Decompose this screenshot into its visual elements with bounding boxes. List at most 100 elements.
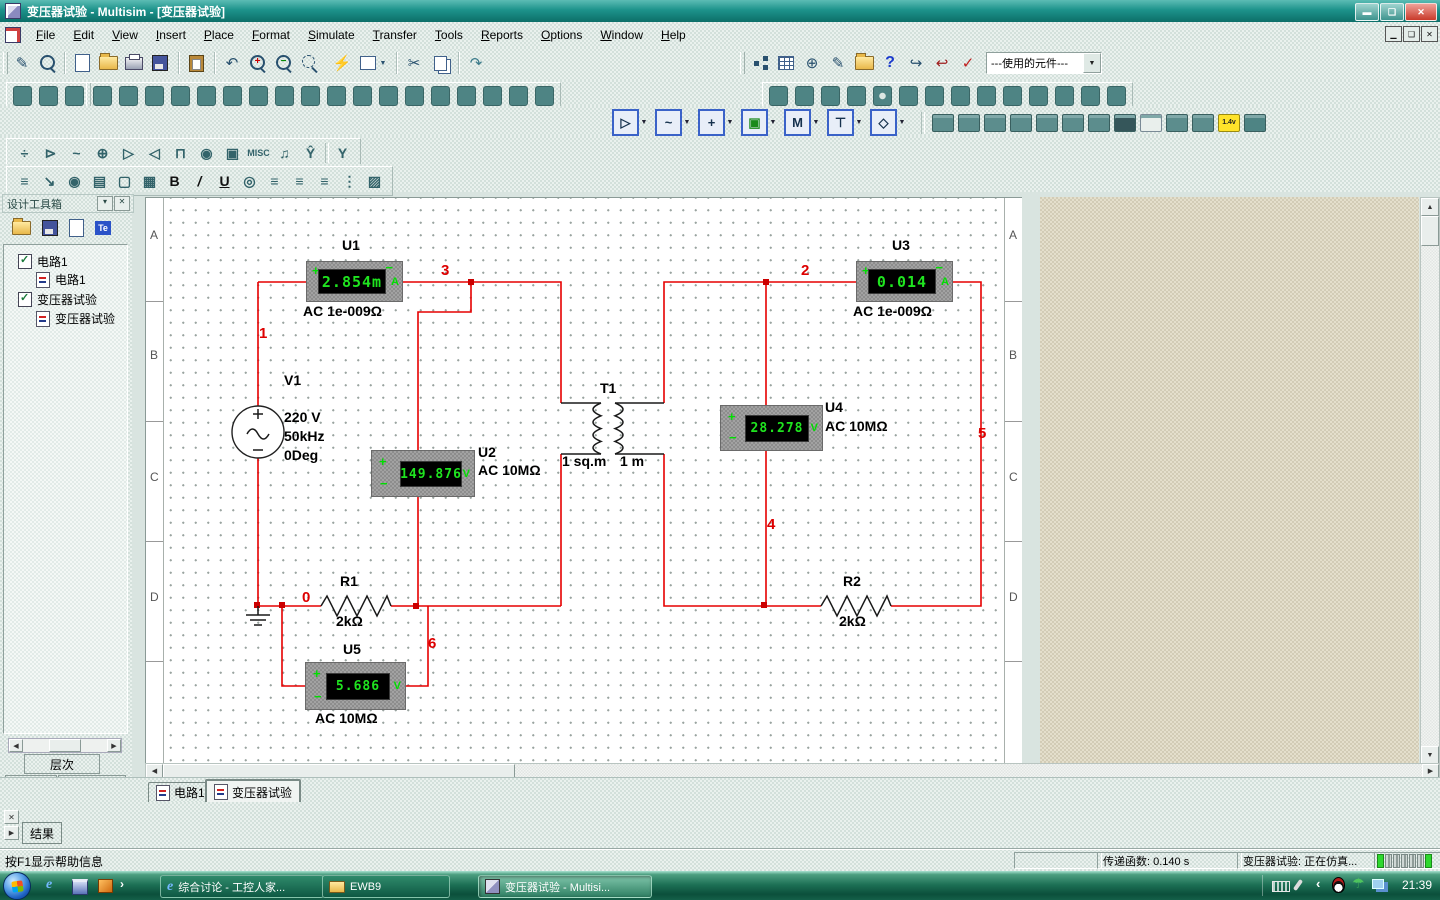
component-group-button[interactable] bbox=[899, 86, 918, 106]
hierarchy-icon[interactable] bbox=[748, 51, 772, 75]
component-group-button[interactable] bbox=[769, 86, 788, 106]
shapes-tool-icon[interactable]: ◉ bbox=[63, 170, 86, 192]
component-group-button[interactable] bbox=[301, 86, 320, 106]
open-file-icon[interactable] bbox=[96, 51, 120, 75]
print-icon[interactable] bbox=[122, 51, 146, 75]
rf-part-icon[interactable]: Y bbox=[331, 142, 354, 164]
component-group-button[interactable] bbox=[795, 86, 814, 106]
mdi-minimize-button[interactable]: ▁ bbox=[1385, 26, 1402, 42]
component-group-button[interactable] bbox=[1081, 86, 1100, 106]
wattmeter-icon[interactable] bbox=[984, 114, 1006, 132]
quicklaunch-desktop-icon[interactable] bbox=[72, 879, 88, 895]
component-group-button[interactable] bbox=[13, 86, 32, 106]
scroll-right-icon[interactable]: ▶ bbox=[107, 739, 121, 752]
frequency-counter-icon[interactable] bbox=[1088, 114, 1110, 132]
scroll-thumb[interactable] bbox=[1421, 216, 1439, 246]
analog-virtual-button[interactable]: ▷ bbox=[612, 109, 639, 136]
project-checkbox-icon[interactable] bbox=[18, 292, 32, 307]
task-button-ewb9[interactable]: EWB9 bbox=[322, 875, 450, 898]
cmos-part-icon[interactable]: ⊓ bbox=[169, 142, 192, 164]
align-left-icon[interactable]: ≡ bbox=[263, 170, 286, 192]
component-group-button[interactable] bbox=[821, 86, 840, 106]
menu-tools[interactable]: Tools bbox=[426, 25, 472, 45]
bold-icon[interactable]: B bbox=[163, 170, 186, 192]
logic-analyzer-icon[interactable] bbox=[1140, 114, 1162, 132]
word-generator-icon[interactable] bbox=[1114, 114, 1136, 132]
panel-dock-icon[interactable]: ▾ bbox=[97, 196, 113, 211]
menu-file[interactable]: File bbox=[27, 25, 64, 45]
toolbox-hscrollbar[interactable]: ◀ ▶ bbox=[8, 738, 122, 753]
toolbar-grip[interactable] bbox=[740, 52, 745, 74]
voltmeter-u2[interactable]: + − 149.876 V bbox=[371, 450, 475, 497]
sheet-tab-circuit1[interactable]: 电路1 bbox=[148, 782, 213, 803]
save-design-icon[interactable] bbox=[42, 220, 58, 236]
tray-network-icon[interactable] bbox=[1372, 879, 1384, 889]
menu-format[interactable]: Format bbox=[243, 25, 299, 45]
component-group-button[interactable] bbox=[1107, 86, 1126, 106]
tray-pen-icon[interactable] bbox=[1293, 879, 1303, 891]
scroll-right-icon[interactable]: ▶ bbox=[1422, 764, 1439, 778]
import-icon[interactable]: ↩ bbox=[930, 51, 954, 75]
task-button-multisim[interactable]: 变压器试验 - Multisi... bbox=[478, 875, 652, 898]
component-group-button[interactable] bbox=[925, 86, 944, 106]
component-group-button[interactable] bbox=[145, 86, 164, 106]
quicklaunch-expand-icon[interactable]: › bbox=[120, 877, 124, 891]
zoom-in-icon[interactable]: + bbox=[246, 51, 270, 75]
zoom-out-icon[interactable]: − bbox=[272, 51, 296, 75]
tray-antivirus-umbrella-icon[interactable]: ☂ bbox=[1352, 875, 1365, 892]
design-toolbox-titlebar[interactable]: 设计工具箱 ▾ ✕ bbox=[2, 194, 134, 213]
dropdown-arrow-icon[interactable]: ▼ bbox=[897, 119, 907, 126]
component-group-button[interactable] bbox=[535, 86, 554, 106]
function-generator-icon[interactable] bbox=[958, 114, 980, 132]
start-button[interactable] bbox=[3, 872, 31, 900]
menu-view[interactable]: View bbox=[103, 25, 147, 45]
zoom-area-icon[interactable] bbox=[298, 51, 322, 75]
menu-insert[interactable]: Insert bbox=[147, 25, 195, 45]
component-group-button[interactable] bbox=[39, 86, 58, 106]
component-group-button[interactable] bbox=[93, 86, 112, 106]
erc-check-icon[interactable]: ✓ bbox=[956, 51, 980, 75]
dropdown-arrow-icon[interactable]: ▼ bbox=[1083, 53, 1101, 73]
component-group-button[interactable] bbox=[1055, 86, 1074, 106]
component-group-button[interactable] bbox=[379, 86, 398, 106]
ammeter-u3[interactable]: + − 0.014 A bbox=[856, 261, 953, 302]
pattern-icon[interactable]: ▨ bbox=[363, 170, 386, 192]
redo-icon[interactable]: ↷ bbox=[464, 51, 488, 75]
measurement-virtual-button[interactable]: M bbox=[784, 109, 811, 136]
component-group-button[interactable] bbox=[457, 86, 476, 106]
export-icon[interactable]: ↪ bbox=[904, 51, 928, 75]
minimize-button[interactable]: ▬ bbox=[1355, 3, 1379, 21]
audio-part-icon[interactable]: ♫ bbox=[273, 142, 296, 164]
results-tab[interactable]: 结果 bbox=[22, 822, 62, 844]
transistor-virtual-button[interactable]: ▣ bbox=[741, 109, 768, 136]
new-file-icon[interactable] bbox=[70, 51, 94, 75]
picture-tool-icon[interactable]: ▤ bbox=[88, 170, 111, 192]
text-edit-icon[interactable]: Te bbox=[95, 221, 111, 235]
basic-virtual-button[interactable]: ~ bbox=[655, 109, 682, 136]
signal-source-virtual-button[interactable]: ◇ bbox=[870, 109, 897, 136]
open-design-icon[interactable] bbox=[12, 221, 31, 235]
component-group-button[interactable] bbox=[223, 86, 242, 106]
find-icon[interactable] bbox=[36, 51, 60, 75]
component-group-button[interactable] bbox=[431, 86, 450, 106]
menu-simulate[interactable]: Simulate bbox=[299, 25, 364, 45]
component-group-button[interactable] bbox=[483, 86, 502, 106]
four-channel-scope-icon[interactable] bbox=[1036, 114, 1058, 132]
image-frame-icon[interactable]: ▦ bbox=[138, 170, 161, 192]
component-group-button[interactable] bbox=[171, 86, 190, 106]
quicklaunch-app-icon[interactable] bbox=[98, 879, 113, 893]
distortion-analyzer-icon[interactable] bbox=[1192, 114, 1214, 132]
dropdown-arrow-icon[interactable]: ▼ bbox=[682, 119, 692, 126]
menu-window[interactable]: Window bbox=[591, 25, 652, 45]
menu-place[interactable]: Place bbox=[195, 25, 243, 45]
voltmeter-u4[interactable]: + − 28.278 V bbox=[720, 405, 823, 451]
close-button[interactable]: ✕ bbox=[1405, 3, 1437, 21]
component-group-button[interactable] bbox=[405, 86, 424, 106]
misc-part-icon[interactable]: MISC bbox=[247, 142, 270, 164]
scroll-left-icon[interactable]: ◀ bbox=[146, 764, 163, 778]
panel-close-icon[interactable]: ✕ bbox=[114, 196, 130, 211]
spreadsheet-icon[interactable] bbox=[774, 51, 798, 75]
grapher-dropdown-icon[interactable]: ▼ bbox=[378, 51, 388, 75]
component-group-button[interactable] bbox=[327, 86, 346, 106]
align-right-icon[interactable]: ≡ bbox=[313, 170, 336, 192]
